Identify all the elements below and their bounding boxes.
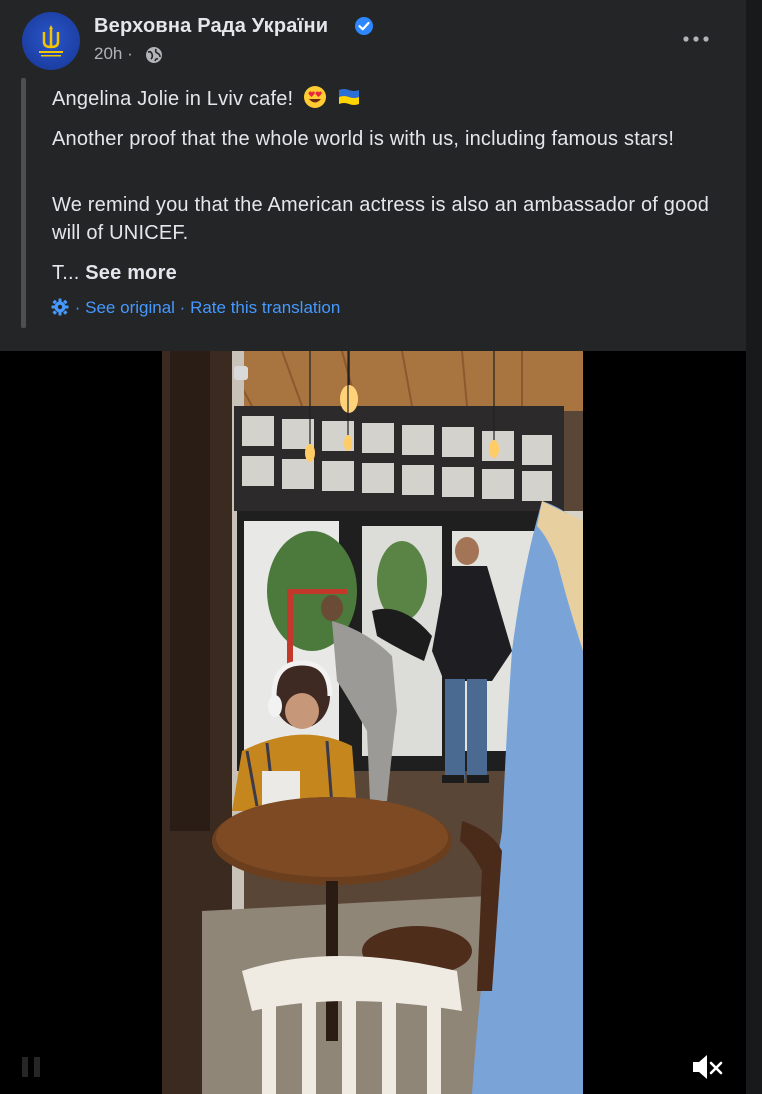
post-text-line: Angelina Jolie in Lviv cafe!: [52, 85, 732, 113]
see-more-link[interactable]: See more: [85, 262, 177, 284]
translation-separator: ·: [179, 298, 186, 317]
facebook-post: Верховна Рада України 20h · Angelina Jol…: [0, 0, 746, 1094]
translation-separator: ·: [74, 298, 81, 317]
rate-translation-link[interactable]: Rate this translation: [190, 298, 340, 317]
heart-eyes-emoji-icon: [304, 86, 327, 108]
muted-speaker-icon[interactable]: [690, 1050, 724, 1084]
pause-icon[interactable]: [18, 1054, 44, 1080]
more-options-icon[interactable]: [682, 30, 710, 48]
page-name[interactable]: Верховна Рада України: [94, 15, 328, 38]
page-avatar[interactable]: [22, 12, 80, 70]
trident-emblem-icon: [39, 25, 63, 57]
post-text-line: We remind you that the American actress …: [52, 194, 710, 244]
video-frame[interactable]: [162, 351, 583, 1094]
ukraine-flag-icon: [338, 89, 359, 105]
gear-icon[interactable]: [50, 297, 70, 317]
translation-quote-bar: [21, 78, 26, 328]
meta-separator: ·: [127, 44, 133, 63]
translation-bar: · See original · Rate this translation: [50, 297, 340, 318]
feed-gutter: [746, 0, 762, 1094]
post-header: Верховна Рада України 20h ·: [0, 0, 746, 80]
post-headline: Angelina Jolie in Lviv cafe!: [52, 88, 294, 110]
globe-icon[interactable]: [145, 46, 163, 64]
truncated-text: T...: [52, 262, 80, 284]
post-meta: 20h ·: [94, 44, 133, 64]
cafe-video-still: [162, 351, 583, 1094]
verified-badge-icon: [355, 17, 373, 35]
video-player[interactable]: [0, 351, 746, 1094]
post-time[interactable]: 20h: [94, 44, 122, 63]
post-text-truncated: T... See more: [52, 259, 732, 287]
see-original-link[interactable]: See original: [85, 298, 175, 317]
post-text-line: Another proof that the whole world is wi…: [52, 128, 675, 150]
